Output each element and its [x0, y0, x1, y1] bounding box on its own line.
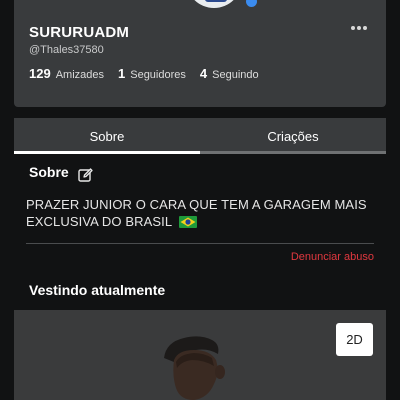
brazil-flag-icon	[179, 216, 198, 228]
stat-label: Amizades	[55, 69, 104, 81]
profile-page: SURURUADM @Thales37580 129 Amizades 1 Se…	[0, 0, 400, 400]
stat-count: 129	[29, 66, 51, 81]
stat-followers[interactable]: 1 Seguidores	[118, 66, 186, 81]
avatar-figure-image	[164, 336, 225, 400]
avatar[interactable]	[186, 0, 242, 8]
tab-about[interactable]: Sobre	[14, 118, 200, 154]
profile-card: SURURUADM @Thales37580 129 Amizades 1 Se…	[14, 0, 386, 107]
bio-text: PRAZER JUNIOR O CARA QUE TEM A GARAGEM M…	[26, 196, 378, 230]
ellipsis-icon[interactable]	[348, 22, 370, 34]
user-handle: @Thales37580	[29, 44, 104, 56]
wearing-heading: Vestindo atualmente	[29, 282, 166, 298]
stat-count: 4	[199, 66, 208, 81]
stat-count: 1	[118, 66, 126, 81]
divider	[26, 243, 374, 244]
profile-stats: 129 Amizades 1 Seguidores 4 Seguindo	[29, 66, 273, 81]
tab-creations[interactable]: Criações	[200, 118, 386, 154]
avatar-3d-view[interactable]	[14, 310, 386, 400]
profile-tabs: Sobre Criações	[14, 118, 386, 154]
pencil-edit-icon[interactable]	[77, 167, 94, 184]
stat-following[interactable]: 4 Seguindo	[200, 66, 259, 81]
stat-label: Seguindo	[212, 69, 259, 81]
stat-label: Seguidores	[130, 69, 186, 81]
report-abuse-link[interactable]: Denunciar abuso	[291, 251, 374, 263]
verified-badge-icon	[246, 0, 257, 7]
stat-friends[interactable]: 129 Amizades	[29, 66, 104, 81]
username: SURURUADM	[29, 24, 130, 41]
view-2d-toggle-button[interactable]: 2D	[336, 323, 373, 356]
about-heading: Sobre	[29, 164, 69, 180]
